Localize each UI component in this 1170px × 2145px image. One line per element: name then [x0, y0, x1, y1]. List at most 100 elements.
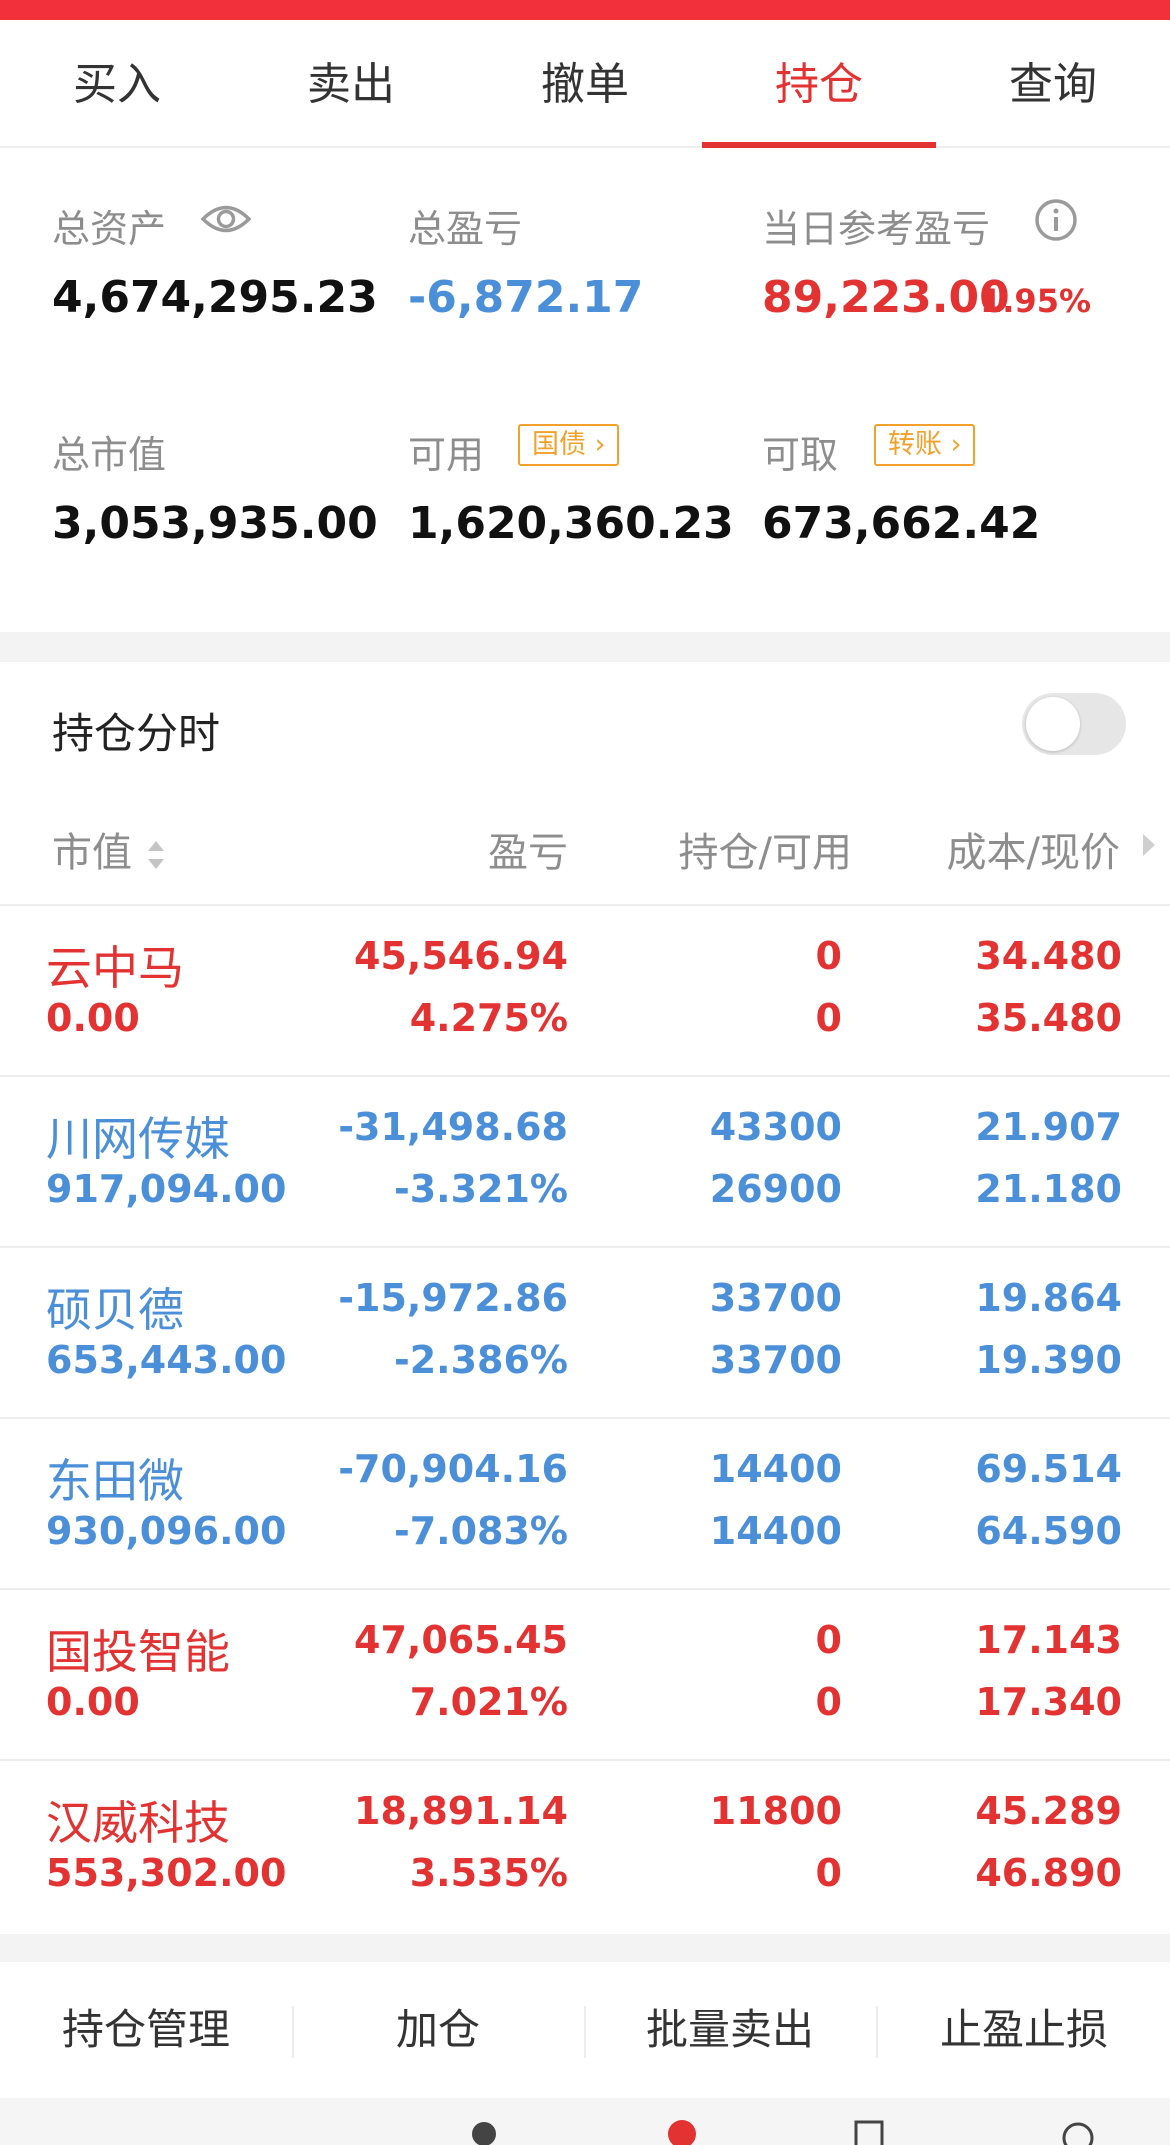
total-assets-label: 总资产 [52, 207, 167, 251]
section-divider [0, 632, 1170, 662]
stock-available: 0 [815, 1680, 842, 1724]
stock-available: 14400 [709, 1509, 842, 1553]
toggle-knob [1026, 697, 1080, 751]
bottom-navigation-partial [0, 2098, 1170, 2145]
stock-position: 11800 [709, 1789, 842, 1833]
holdings-timeshare-title: 持仓分时 [52, 709, 221, 758]
stock-pl: -15,972.86 [338, 1276, 568, 1320]
stock-market-value: 653,443.00 [46, 1338, 287, 1382]
market-value-label: 总市值 [52, 433, 167, 477]
holding-actions-bar: 持仓管理 加仓 批量卖出 止盈止损 [0, 1962, 1170, 2098]
holding-row[interactable]: 云中马 0.00 45,546.94 4.275% 0 0 34.480 35.… [0, 904, 1170, 1075]
stock-pl-percent: 3.535% [409, 1851, 568, 1895]
stock-market-value: 553,302.00 [46, 1851, 287, 1895]
manage-holdings-button[interactable]: 持仓管理 [0, 1962, 292, 2098]
scroll-right-icon[interactable] [1140, 830, 1158, 860]
eye-icon[interactable] [200, 200, 252, 238]
stock-available: 0 [815, 996, 842, 1040]
batch-sell-button[interactable]: 批量卖出 [584, 1962, 876, 2098]
trade-tabs: 买入 卖出 撤单 持仓 查询 [0, 20, 1170, 148]
stock-cost: 21.907 [975, 1105, 1122, 1149]
stock-pl-percent: 7.021% [409, 1680, 568, 1724]
stock-market-value: 0.00 [46, 1680, 140, 1724]
withdrawable-value: 673,662.42 [762, 498, 1041, 549]
column-position[interactable]: 持仓/可用 [679, 820, 852, 878]
chevron-right-icon: › [594, 429, 606, 460]
holding-row[interactable]: 国投智能 0.00 47,065.45 7.021% 0 0 17.143 17… [0, 1588, 1170, 1759]
stock-pl-percent: -3.321% [393, 1167, 568, 1211]
column-cost-price[interactable]: 成本/现价 [947, 820, 1120, 878]
daily-pl-percent: 1.95% [980, 282, 1092, 320]
stock-position: 0 [815, 934, 842, 978]
stock-name: 云中马 [46, 941, 184, 995]
stock-available: 26900 [709, 1167, 842, 1211]
stock-pl-percent: -7.083% [393, 1509, 568, 1553]
holding-row[interactable]: 川网传媒 917,094.00 -31,498.68 -3.321% 43300… [0, 1075, 1170, 1246]
section-divider [0, 1934, 1170, 1962]
total-pl-value: -6,872.17 [408, 272, 644, 323]
stock-cost: 69.514 [975, 1447, 1122, 1491]
top-status-bar [0, 0, 1170, 20]
stock-available: 33700 [709, 1338, 842, 1382]
daily-pl-label: 当日参考盈亏 [762, 207, 991, 251]
stock-market-value: 917,094.00 [46, 1167, 287, 1211]
stock-price: 35.480 [975, 996, 1122, 1040]
stock-pl: -31,498.68 [338, 1105, 568, 1149]
add-position-button[interactable]: 加仓 [292, 1962, 584, 2098]
stock-position: 43300 [709, 1105, 842, 1149]
tab-sell[interactable]: 卖出 [234, 20, 468, 148]
stock-cost: 34.480 [975, 934, 1122, 978]
stock-cost: 19.864 [975, 1276, 1122, 1320]
available-label: 可用 [408, 433, 485, 477]
stock-market-value: 0.00 [46, 996, 140, 1040]
take-profit-stop-loss-button[interactable]: 止盈止损 [878, 1962, 1170, 2098]
stock-name: 国投智能 [46, 1625, 230, 1679]
total-assets-value: 4,674,295.23 [52, 272, 378, 323]
column-market-value-label: 市值 [52, 830, 132, 876]
total-pl-label: 总盈亏 [408, 207, 523, 251]
stock-position: 33700 [709, 1276, 842, 1320]
stock-pl: 45,546.94 [354, 934, 568, 978]
available-value: 1,620,360.23 [408, 498, 734, 549]
tab-cancel-order[interactable]: 撤单 [468, 20, 702, 148]
chevron-right-icon: › [950, 429, 962, 460]
treasury-bond-tag[interactable]: 国债 › [518, 424, 620, 466]
stock-name: 川网传媒 [46, 1112, 230, 1166]
market-value-value: 3,053,935.00 [52, 498, 378, 549]
column-market-value[interactable]: 市值 [52, 820, 167, 878]
stock-available: 0 [815, 1851, 842, 1895]
stock-name: 硕贝德 [46, 1283, 184, 1337]
sort-icon [145, 835, 167, 875]
column-pl[interactable]: 盈亏 [488, 820, 568, 878]
stock-cost: 17.143 [975, 1618, 1122, 1662]
holding-row[interactable]: 东田微 930,096.00 -70,904.16 -7.083% 14400 … [0, 1417, 1170, 1588]
stock-cost: 45.289 [975, 1789, 1122, 1833]
active-tab-indicator [702, 142, 936, 148]
transfer-tag-label: 转账 [888, 429, 942, 460]
tab-buy[interactable]: 买入 [0, 20, 234, 148]
tab-query[interactable]: 查询 [936, 20, 1170, 148]
stock-pl: 47,065.45 [354, 1618, 568, 1662]
tab-positions[interactable]: 持仓 [702, 20, 936, 148]
holdings-timeshare-toggle[interactable] [1022, 693, 1126, 755]
stock-pl-percent: 4.275% [409, 996, 568, 1040]
stock-position: 0 [815, 1618, 842, 1662]
stock-position: 14400 [709, 1447, 842, 1491]
holding-row[interactable]: 硕贝德 653,443.00 -15,972.86 -2.386% 33700 … [0, 1246, 1170, 1417]
withdrawable-label: 可取 [762, 433, 839, 477]
stock-pl: 18,891.14 [354, 1789, 568, 1833]
stock-pl-percent: -2.386% [393, 1338, 568, 1382]
holding-row[interactable]: 汉威科技 553,302.00 18,891.14 3.535% 11800 0… [0, 1759, 1170, 1930]
stock-price: 64.590 [975, 1509, 1122, 1553]
stock-price: 19.390 [975, 1338, 1122, 1382]
stock-name: 汉威科技 [46, 1796, 230, 1850]
stock-price: 21.180 [975, 1167, 1122, 1211]
treasury-bond-tag-label: 国债 [532, 429, 586, 460]
stock-market-value: 930,096.00 [46, 1509, 287, 1553]
transfer-tag[interactable]: 转账 › [874, 424, 976, 466]
daily-pl-value: 89,223.00 [762, 272, 1010, 323]
stock-price: 17.340 [975, 1680, 1122, 1724]
stock-pl: -70,904.16 [338, 1447, 568, 1491]
stock-name: 东田微 [46, 1454, 184, 1508]
info-icon[interactable] [1034, 198, 1078, 242]
